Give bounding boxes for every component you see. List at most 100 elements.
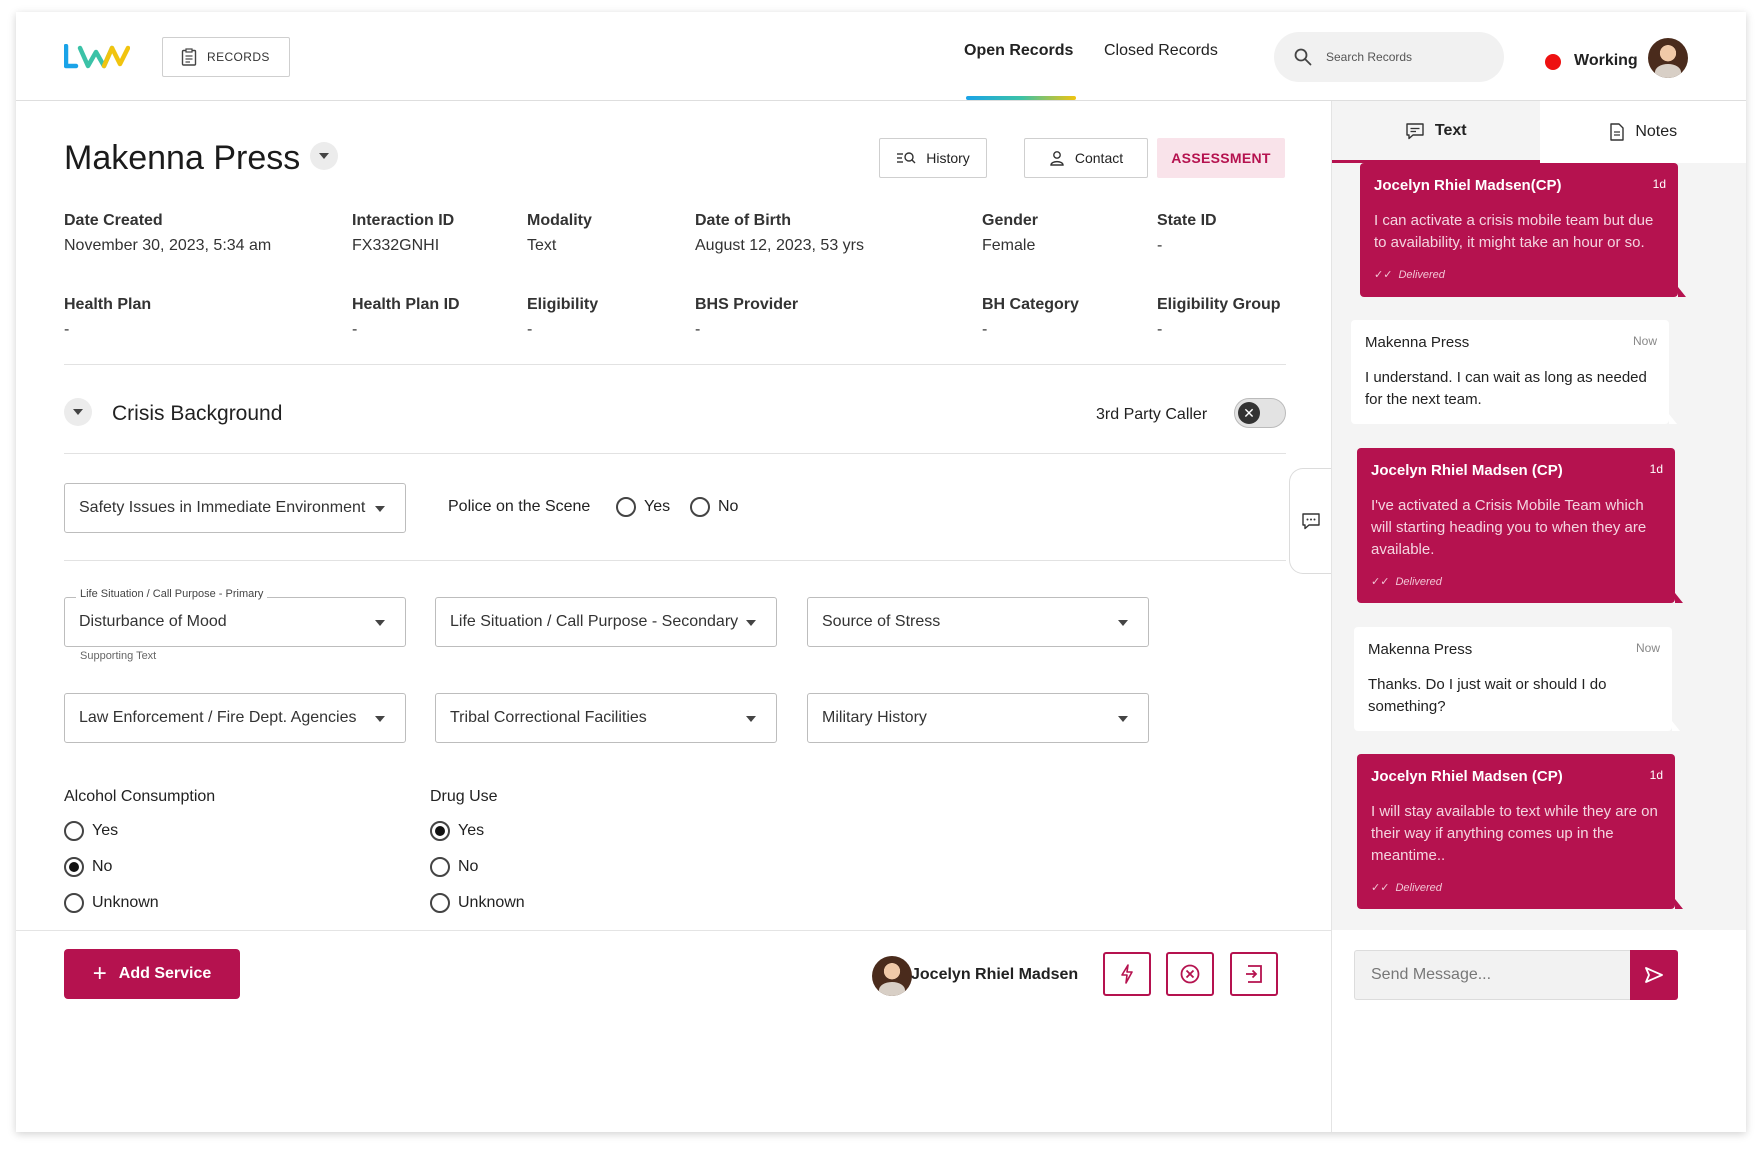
field-label: Eligibility <box>527 296 599 313</box>
chat-message-incoming: Makenna Press Now Thanks. Do I just wait… <box>1354 627 1680 731</box>
message-text: Thanks. Do I just wait or should I do so… <box>1368 676 1607 715</box>
tab-closed-records[interactable]: Closed Records <box>1104 42 1218 60</box>
divider <box>64 560 1286 561</box>
field-value: - <box>352 321 358 338</box>
app-window: RECORDS Open Records Closed Records Sear… <box>16 12 1746 1132</box>
radio-button[interactable] <box>430 893 450 913</box>
message-time: 1d <box>1649 462 1663 476</box>
tab-notes[interactable]: Notes <box>1540 101 1747 163</box>
radio-button-selected[interactable] <box>64 857 84 877</box>
record-expand-button[interactable] <box>310 142 338 170</box>
field-value: - <box>695 321 701 338</box>
add-service-button[interactable]: + Add Service <box>64 949 240 999</box>
field-value: - <box>527 321 533 338</box>
radio-button[interactable] <box>64 821 84 841</box>
add-service-label: Add Service <box>118 965 212 982</box>
primary-purpose-label: Life Situation / Call Purpose - Primary <box>76 588 268 600</box>
police-yes-radio[interactable]: Yes <box>616 497 670 517</box>
select-value: Safety Issues in Immediate Environment <box>79 499 366 516</box>
cancel-button[interactable] <box>1166 952 1214 996</box>
record-name: Makenna Press <box>64 139 301 177</box>
search-placeholder: Search Records <box>1326 50 1413 64</box>
third-party-toggle[interactable]: ✕ <box>1234 398 1286 428</box>
radio-button[interactable] <box>690 497 710 517</box>
exit-button[interactable] <box>1230 952 1278 996</box>
alcohol-yes-radio[interactable]: Yes <box>64 821 118 841</box>
message-input[interactable]: Send Message... <box>1354 950 1630 1000</box>
drug-use-title: Drug Use <box>430 788 498 805</box>
chat-drawer-handle[interactable] <box>1289 468 1331 574</box>
close-circle-icon <box>1180 964 1200 984</box>
history-button-label: History <box>926 150 970 166</box>
records-button[interactable]: RECORDS <box>162 37 290 77</box>
close-icon: ✕ <box>1238 402 1260 424</box>
alcohol-unknown-radio[interactable]: Unknown <box>64 893 159 913</box>
chat-compose-area: Send Message... <box>1332 930 1746 1132</box>
police-no-radio[interactable]: No <box>690 497 738 517</box>
police-label: Police on the Scene <box>448 498 591 515</box>
drug-yes-radio[interactable]: Yes <box>430 821 484 841</box>
message-text: I've activated a Crisis Mobile Team whic… <box>1371 497 1647 558</box>
radio-label: Yes <box>644 498 671 515</box>
radio-button[interactable] <box>616 497 636 517</box>
message-sender: Jocelyn Rhiel Madsen(CP) <box>1374 177 1562 194</box>
field-label: Date Created <box>64 212 163 229</box>
tribal-facilities-select[interactable]: Tribal Correctional Facilities <box>435 693 777 743</box>
law-enforcement-select[interactable]: Law Enforcement / Fire Dept. Agencies <box>64 693 406 743</box>
tab-text-label: Text <box>1434 121 1467 139</box>
chat-message-incoming: Makenna Press Now I understand. I can wa… <box>1351 320 1677 424</box>
field-label: Health Plan <box>64 296 152 313</box>
field-label: Date of Birth <box>695 212 791 229</box>
drug-no-radio[interactable]: No <box>430 857 478 877</box>
source-of-stress-select[interactable]: Source of Stress <box>807 597 1149 647</box>
brand-logo[interactable] <box>64 44 130 70</box>
radio-label: No <box>92 858 113 875</box>
alcohol-no-radio[interactable]: No <box>64 857 112 877</box>
military-history-select[interactable]: Military History <box>807 693 1149 743</box>
history-button[interactable]: History <box>879 138 987 178</box>
send-button[interactable] <box>1630 950 1678 1000</box>
message-time: 1d <box>1652 177 1666 191</box>
assessment-button[interactable]: ASSESSMENT <box>1157 138 1285 178</box>
field-label: Health Plan ID <box>352 296 460 313</box>
delivery-status-label: Delivered <box>1395 881 1442 894</box>
delivery-status-label: Delivered <box>1398 268 1445 281</box>
dropdown-arrow-icon <box>1118 716 1128 722</box>
radio-button[interactable] <box>430 857 450 877</box>
chevron-down-icon <box>319 153 329 159</box>
field-value: August 12, 2023, 53 yrs <box>695 237 864 254</box>
exit-icon <box>1246 965 1262 983</box>
drug-unknown-radio[interactable]: Unknown <box>430 893 525 913</box>
field-label: Interaction ID <box>352 212 455 229</box>
radio-button-selected[interactable] <box>430 821 450 841</box>
select-value: Disturbance of Mood <box>79 613 227 630</box>
radio-button[interactable] <box>64 893 84 913</box>
primary-purpose-select[interactable]: Disturbance of Mood <box>64 597 406 647</box>
field-value: - <box>64 321 70 338</box>
top-bar: RECORDS Open Records Closed Records Sear… <box>16 12 1746 101</box>
safety-issues-select[interactable]: Safety Issues in Immediate Environment <box>64 483 406 533</box>
chat-message-outgoing: Jocelyn Rhiel Madsen (CP) 1d I will stay… <box>1357 754 1683 909</box>
field-label: Gender <box>982 212 1039 229</box>
field-value: November 30, 2023, 5:34 am <box>64 237 272 254</box>
tab-open-records[interactable]: Open Records <box>964 42 1073 60</box>
plus-icon: + <box>92 960 107 987</box>
field-value: - <box>1157 237 1163 254</box>
crisis-collapse-button[interactable] <box>64 398 92 426</box>
secondary-purpose-select[interactable]: Life Situation / Call Purpose - Secondar… <box>435 597 777 647</box>
message-sender: Jocelyn Rhiel Madsen (CP) <box>1371 768 1563 785</box>
section-title: Crisis Background <box>112 402 283 425</box>
user-avatar[interactable] <box>1648 38 1688 78</box>
tab-text[interactable]: Text <box>1332 101 1540 163</box>
document-icon <box>1610 123 1625 141</box>
contact-button-label: Contact <box>1074 150 1124 166</box>
status-label[interactable]: Working <box>1574 52 1638 70</box>
contact-button[interactable]: Contact <box>1024 138 1148 178</box>
field-value: Text <box>527 237 557 254</box>
quick-action-button[interactable] <box>1103 952 1151 996</box>
select-value: Life Situation / Call Purpose - Secondar… <box>450 613 739 630</box>
search-input[interactable]: Search Records <box>1274 32 1504 82</box>
radio-label: Unknown <box>458 894 525 911</box>
delivery-status: ✓✓ Delivered <box>1371 575 1661 589</box>
delivery-status: ✓✓ Delivered <box>1374 268 1664 282</box>
